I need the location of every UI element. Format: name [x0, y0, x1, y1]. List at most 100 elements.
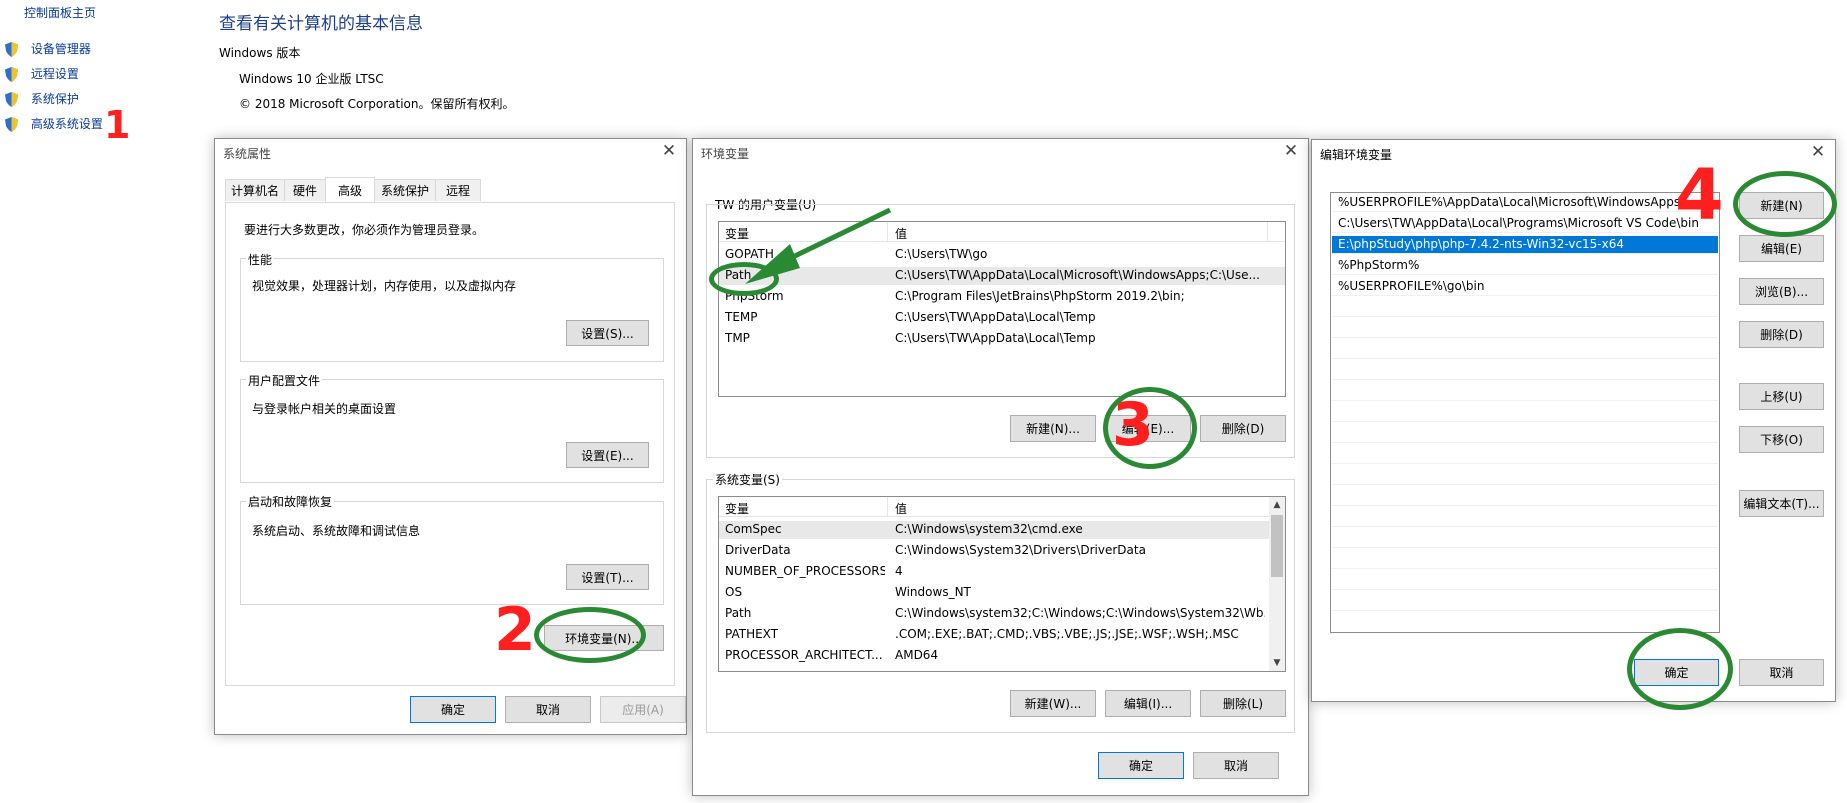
system-edit-button[interactable]: 编辑(I)...	[1105, 690, 1191, 717]
column-divider[interactable]	[1267, 222, 1268, 242]
edit-text-button[interactable]: 编辑文本(T)...	[1739, 490, 1824, 517]
apply-button[interactable]: 应用(A)	[600, 696, 686, 723]
table-row[interactable]: DriverData C:\Windows\System32\Drivers\Dr…	[719, 542, 1269, 560]
tab-advanced[interactable]: 高级	[325, 177, 375, 202]
variable-name: PROCESSOR_ARCHITECT...	[725, 648, 883, 662]
group-description: 系统启动、系统故障和调试信息	[252, 524, 421, 538]
list-item[interactable]: E:\phpStudy\php\php-7.4.2-nts-Win32-vc15…	[1332, 236, 1718, 254]
empty-row[interactable]	[1332, 593, 1718, 611]
user-delete-button[interactable]: 删除(D)	[1200, 415, 1286, 442]
empty-row[interactable]	[1332, 320, 1718, 338]
empty-row[interactable]	[1332, 425, 1718, 443]
sidebar-item-label: 高级系统设置	[30, 117, 103, 131]
sidebar-item-advanced-system-settings[interactable]: 高级系统设置	[4, 115, 103, 132]
startup-recovery-settings-button[interactable]: 设置(T)...	[566, 564, 649, 590]
sidebar-home-link[interactable]: 控制面板主页	[24, 4, 96, 21]
empty-row[interactable]	[1332, 446, 1718, 464]
variable-value: C:\Windows\system32\cmd.exe	[895, 522, 1083, 536]
sidebar-item-remote-settings[interactable]: 远程设置	[4, 65, 79, 82]
system-variables-list[interactable]: 变量 值 ComSpec C:\Windows\system32\cmd.exe …	[718, 496, 1286, 672]
performance-settings-button[interactable]: 设置(S)...	[566, 320, 649, 346]
scroll-up-icon[interactable]: ▲	[1269, 497, 1285, 513]
empty-row[interactable]	[1332, 341, 1718, 359]
cancel-button[interactable]: 取消	[1739, 659, 1824, 686]
column-header-variable[interactable]: 变量	[725, 225, 749, 242]
table-row[interactable]: PATHEXT .COM;.EXE;.BAT;.CMD;.VBS;.VBE;.JS…	[719, 626, 1269, 644]
path-entries-list[interactable]: %USERPROFILE%\AppData\Local\Microsoft\Wi…	[1330, 192, 1720, 633]
table-row[interactable]: TMP C:\Users\TW\AppData\Local\Temp	[719, 330, 1285, 348]
browse-button[interactable]: 浏览(B)...	[1739, 278, 1824, 305]
table-row[interactable]: Path C:\Users\TW\AppData\Local\Microsoft\…	[719, 267, 1285, 285]
variable-name: Path	[725, 606, 752, 620]
list-item[interactable]: %USERPROFILE%\go\bin	[1332, 278, 1718, 296]
tab-system-protection[interactable]: 系统保护	[374, 179, 436, 201]
environment-variables-button[interactable]: 环境变量(N)...	[544, 625, 664, 651]
ok-button[interactable]: 确定	[410, 696, 496, 723]
list-header: 变量 值	[719, 222, 1285, 242]
table-row[interactable]: PhpStorm C:\Program Files\JetBrains\PhpSt…	[719, 288, 1285, 306]
list-item[interactable]: %USERPROFILE%\AppData\Local\Microsoft\Wi…	[1332, 194, 1718, 212]
group-label: 启动和故障恢复	[246, 493, 335, 510]
scrollbar[interactable]: ▲ ▼	[1269, 497, 1285, 671]
tab-strip: 计算机名 硬件 高级 系统保护 远程	[225, 177, 675, 203]
empty-row[interactable]	[1332, 488, 1718, 506]
move-up-button[interactable]: 上移(U)	[1739, 383, 1824, 410]
table-row[interactable]: NUMBER_OF_PROCESSORS 4	[719, 563, 1269, 581]
table-row[interactable]: Path C:\Windows\system32;C:\Windows;C:\Wi…	[719, 605, 1269, 623]
cancel-button[interactable]: 取消	[505, 696, 591, 723]
empty-row[interactable]	[1332, 362, 1718, 380]
move-down-button[interactable]: 下移(O)	[1739, 426, 1824, 453]
variable-value: 4	[895, 564, 903, 578]
column-header-variable[interactable]: 变量	[725, 500, 749, 517]
table-row[interactable]: OS Windows_NT	[719, 584, 1269, 602]
empty-row[interactable]	[1332, 299, 1718, 317]
tab-remote[interactable]: 远程	[435, 179, 481, 201]
empty-row[interactable]	[1332, 572, 1718, 590]
empty-row[interactable]	[1332, 467, 1718, 485]
shield-icon	[4, 117, 19, 132]
close-icon[interactable]: ✕	[658, 141, 680, 163]
empty-row[interactable]	[1332, 509, 1718, 527]
close-icon[interactable]: ✕	[1280, 141, 1302, 163]
sidebar-item-device-manager[interactable]: 设备管理器	[4, 40, 91, 57]
list-item[interactable]: C:\Users\TW\AppData\Local\Programs\Micro…	[1332, 215, 1718, 233]
user-new-button[interactable]: 新建(N)...	[1010, 415, 1096, 442]
user-variables-list[interactable]: 变量 值 GOPATH C:\Users\TW\go Path C:\Users\T…	[718, 221, 1286, 397]
tab-computer-name[interactable]: 计算机名	[225, 179, 285, 201]
scroll-thumb[interactable]	[1271, 515, 1283, 577]
dialog-title: 环境变量	[701, 147, 750, 161]
ok-button[interactable]: 确定	[1098, 752, 1184, 779]
table-row[interactable]: TEMP C:\Users\TW\AppData\Local\Temp	[719, 309, 1285, 327]
empty-row[interactable]	[1332, 383, 1718, 401]
empty-row[interactable]	[1332, 614, 1718, 632]
system-delete-button[interactable]: 删除(L)	[1200, 690, 1286, 717]
tab-hardware[interactable]: 硬件	[284, 179, 326, 201]
ok-button[interactable]: 确定	[1634, 659, 1719, 686]
variable-value: C:\Users\TW\AppData\Local\Temp	[895, 310, 1096, 324]
new-entry-button[interactable]: 新建(N)	[1739, 192, 1824, 219]
cancel-button[interactable]: 取消	[1193, 752, 1279, 779]
table-row[interactable]: PROCESSOR_ARCHITECT... AMD64	[719, 647, 1269, 665]
column-divider[interactable]	[887, 222, 888, 242]
table-row[interactable]: GOPATH C:\Users\TW\go	[719, 246, 1285, 264]
column-header-value[interactable]: 值	[895, 225, 907, 242]
empty-row[interactable]	[1332, 551, 1718, 569]
variable-name: OS	[725, 585, 743, 599]
system-new-button[interactable]: 新建(W)...	[1010, 690, 1096, 717]
table-row[interactable]: ComSpec C:\Windows\system32\cmd.exe	[719, 521, 1269, 539]
delete-entry-button[interactable]: 删除(D)	[1739, 321, 1824, 348]
variable-value: C:\Users\TW\AppData\Local\Temp	[895, 331, 1096, 345]
scroll-down-icon[interactable]: ▼	[1269, 655, 1285, 671]
user-edit-button[interactable]: 编辑(E)...	[1105, 415, 1191, 442]
variable-name: ComSpec	[725, 522, 782, 536]
close-icon[interactable]: ✕	[1807, 142, 1829, 164]
user-profiles-settings-button[interactable]: 设置(E)...	[566, 442, 649, 468]
empty-row[interactable]	[1332, 404, 1718, 422]
edit-entry-button[interactable]: 编辑(E)	[1739, 235, 1824, 262]
empty-row[interactable]	[1332, 530, 1718, 548]
list-item[interactable]: %PhpStorm%	[1332, 257, 1718, 275]
column-divider[interactable]	[887, 497, 888, 517]
column-header-value[interactable]: 值	[895, 500, 907, 517]
sidebar-item-system-protection[interactable]: 系统保护	[4, 90, 79, 107]
variable-name: DriverData	[725, 543, 791, 557]
